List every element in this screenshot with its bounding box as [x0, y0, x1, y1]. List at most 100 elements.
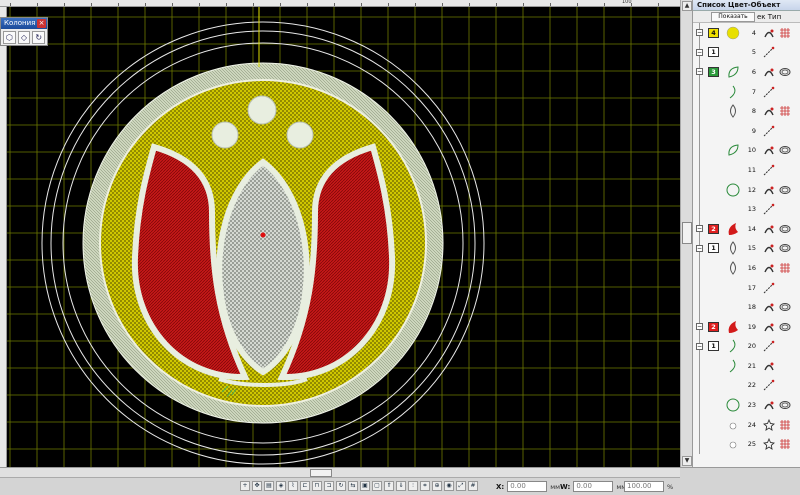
expand-toggle[interactable]: −: [696, 323, 703, 331]
expand-toggle[interactable]: −: [696, 342, 703, 350]
node-icon[interactable]: ◈: [276, 481, 286, 491]
scroll-thumb[interactable]: [682, 222, 692, 244]
close-icon[interactable]: ×: [37, 19, 46, 28]
expand-toggle[interactable]: −: [696, 68, 703, 76]
zoom-icon[interactable]: ⊕: [432, 481, 442, 491]
design-canvas[interactable]: [7, 7, 680, 467]
align-left-icon[interactable]: ⊏: [300, 481, 310, 491]
object-row[interactable]: 22: [693, 375, 800, 396]
grid-icon[interactable]: #: [468, 481, 478, 491]
colony-toolbox[interactable]: Колония × ⬡ ◇ ↻: [0, 17, 48, 46]
run-stitch-icon[interactable]: [763, 125, 775, 137]
run-stitch-icon[interactable]: [763, 340, 775, 352]
object-row[interactable]: 21: [693, 356, 800, 376]
object-row[interactable]: 8: [693, 101, 800, 121]
vertical-scrollbar[interactable]: ▲ ▼: [680, 0, 692, 467]
layers-icon[interactable]: ▤: [264, 481, 274, 491]
run-stitch-icon[interactable]: [763, 379, 775, 391]
object-row[interactable]: 25: [693, 434, 800, 455]
satin-icon[interactable]: [763, 360, 775, 372]
color-group-badge[interactable]: 1: [708, 47, 719, 58]
applique-icon[interactable]: [779, 321, 791, 333]
object-row[interactable]: −1 20: [693, 336, 800, 357]
ungroup-icon[interactable]: ▢: [372, 481, 382, 491]
fit-icon[interactable]: ⤢: [456, 481, 466, 491]
color-group-badge[interactable]: 3: [708, 66, 719, 77]
shape-tool-icon[interactable]: ◇: [17, 31, 31, 44]
top-dot-left[interactable]: [211, 121, 239, 149]
object-row[interactable]: 16: [693, 258, 800, 278]
object-row[interactable]: −1 5: [693, 42, 800, 63]
satin-icon[interactable]: [763, 242, 775, 254]
mirror-icon[interactable]: ⇆: [348, 481, 358, 491]
satin-icon[interactable]: [763, 262, 775, 274]
scroll-down-icon[interactable]: ▼: [682, 456, 692, 466]
applique-icon[interactable]: [779, 399, 791, 411]
satin-icon[interactable]: [763, 105, 775, 117]
top-dot-center[interactable]: [247, 95, 277, 125]
object-row[interactable]: −4 4: [693, 23, 800, 43]
expand-toggle[interactable]: −: [696, 29, 703, 37]
applique-icon[interactable]: [779, 301, 791, 313]
rotate-tool-icon[interactable]: ↻: [32, 31, 46, 44]
hscroll-thumb[interactable]: [310, 469, 332, 477]
satin-icon[interactable]: [763, 27, 775, 39]
x-input[interactable]: 0.00: [507, 481, 548, 492]
object-row[interactable]: 17: [693, 277, 800, 298]
run-stitch-icon[interactable]: [763, 282, 775, 294]
applique-icon[interactable]: [779, 184, 791, 196]
align-right-icon[interactable]: ⊐: [324, 481, 334, 491]
align-center-icon[interactable]: ⊓: [312, 481, 322, 491]
satin-icon[interactable]: [763, 223, 775, 235]
satin-icon[interactable]: [763, 321, 775, 333]
fill-icon[interactable]: [779, 27, 791, 39]
satin-icon[interactable]: [763, 301, 775, 313]
star-icon[interactable]: [762, 438, 776, 451]
order-down-icon[interactable]: ⇓: [396, 481, 406, 491]
fill-icon[interactable]: [779, 419, 791, 431]
top-dot-right[interactable]: [286, 121, 314, 149]
expand-toggle[interactable]: −: [696, 244, 703, 252]
move-icon[interactable]: ✥: [252, 481, 262, 491]
w-input[interactable]: 0.00: [573, 481, 614, 492]
object-row[interactable]: 11: [693, 160, 800, 180]
satin-icon[interactable]: [763, 144, 775, 156]
horizontal-scrollbar[interactable]: [0, 468, 680, 478]
applique-icon[interactable]: [779, 144, 791, 156]
run-stitch-icon[interactable]: [763, 164, 775, 176]
color-group-badge[interactable]: 2: [708, 321, 719, 332]
color-group-badge[interactable]: 4: [708, 27, 719, 38]
stitch-icon[interactable]: ⌇: [288, 481, 298, 491]
add-icon[interactable]: +: [240, 481, 250, 491]
run-stitch-icon[interactable]: [763, 203, 775, 215]
show-button[interactable]: Показать: [711, 11, 755, 22]
object-row[interactable]: 7: [693, 81, 800, 102]
satin-icon[interactable]: [763, 66, 775, 78]
fill-icon[interactable]: [779, 105, 791, 117]
run-stitch-icon[interactable]: [763, 86, 775, 98]
fill-icon[interactable]: [779, 438, 791, 450]
snap-icon[interactable]: ⌗: [420, 481, 430, 491]
star-icon[interactable]: [762, 418, 776, 431]
expand-toggle[interactable]: −: [696, 225, 703, 233]
color-group-badge[interactable]: 1: [708, 341, 719, 352]
object-row[interactable]: 10: [693, 140, 800, 161]
expand-toggle[interactable]: −: [696, 48, 703, 56]
pointer-tool-icon[interactable]: ⬡: [3, 31, 16, 44]
object-row[interactable]: 13: [693, 199, 800, 219]
object-row[interactable]: 23: [693, 395, 800, 415]
order-up-icon[interactable]: ⇑: [384, 481, 394, 491]
applique-icon[interactable]: [779, 223, 791, 235]
object-row[interactable]: 18: [693, 297, 800, 317]
object-row[interactable]: −3 6: [693, 62, 800, 82]
scroll-up-icon[interactable]: ▲: [682, 1, 692, 11]
object-row[interactable]: −1 15: [693, 238, 800, 259]
group-icon[interactable]: ▣: [360, 481, 370, 491]
object-row[interactable]: 12: [693, 179, 800, 200]
satin-icon[interactable]: [763, 399, 775, 411]
object-row[interactable]: 9: [693, 120, 800, 141]
color-group-badge[interactable]: 1: [708, 243, 719, 254]
applique-icon[interactable]: [779, 66, 791, 78]
run-stitch-icon[interactable]: [763, 46, 775, 58]
satin-icon[interactable]: [763, 184, 775, 196]
